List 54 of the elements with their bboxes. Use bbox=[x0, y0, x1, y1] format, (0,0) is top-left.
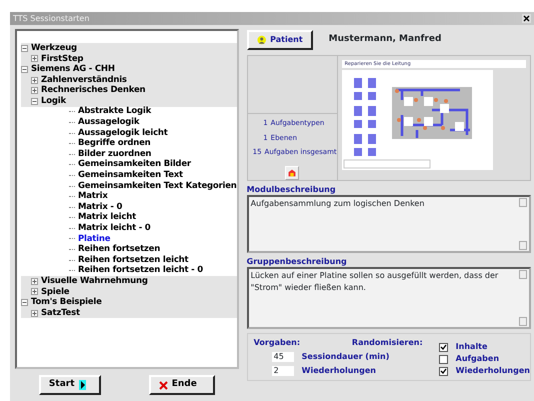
tree-item[interactable]: Begriffe ordnen bbox=[78, 137, 151, 150]
expand-icon[interactable] bbox=[31, 55, 38, 62]
tree-item[interactable]: Matrix - 0 bbox=[78, 200, 122, 214]
field-label: Sessiondauer (min) bbox=[302, 352, 390, 362]
tree-item[interactable]: Gemeinsamkeiten Text Kategorien bbox=[78, 180, 237, 192]
close-icon bbox=[158, 380, 168, 390]
module-description-field[interactable]: Aufgabensammlung zum logischen Denken bbox=[246, 195, 531, 253]
tree-item[interactable]: Aussagelogik bbox=[78, 116, 140, 129]
tree-item[interactable]: Platine bbox=[78, 232, 110, 246]
tree-item[interactable]: Gemeinsamkeiten Text bbox=[78, 169, 183, 182]
section-label: Modulbeschreibung bbox=[246, 185, 337, 195]
tree-item[interactable]: Reihen fortsetzen bbox=[78, 243, 160, 256]
expand-icon[interactable] bbox=[31, 288, 38, 296]
person-icon bbox=[256, 35, 266, 45]
collapse-icon[interactable] bbox=[21, 299, 28, 306]
expand-icon[interactable] bbox=[31, 278, 38, 285]
checkbox-label: Inhalte bbox=[456, 342, 488, 352]
number-field[interactable]: 45 bbox=[272, 352, 294, 362]
session-icon[interactable] bbox=[285, 166, 300, 180]
tree-item[interactable]: Aussagelogik leicht bbox=[78, 126, 168, 140]
expand-icon[interactable] bbox=[31, 76, 38, 84]
tree-item[interactable]: Matrix leicht - 0 bbox=[78, 222, 151, 235]
tree-item[interactable]: Reihen fortsetzen leicht bbox=[78, 254, 188, 267]
checkbox[interactable] bbox=[438, 366, 448, 376]
collapse-icon[interactable] bbox=[21, 66, 28, 73]
tree-item[interactable]: Spiele bbox=[41, 286, 70, 298]
tree-item[interactable]: Matrix leicht bbox=[78, 211, 136, 224]
tree-item[interactable]: Bilder zuordnen bbox=[78, 148, 152, 161]
collapse-icon[interactable] bbox=[21, 44, 28, 52]
start-button[interactable]: Start bbox=[38, 375, 101, 395]
number-field[interactable]: 2 bbox=[272, 366, 294, 376]
expand-icon[interactable] bbox=[31, 87, 38, 94]
field-label: Wiederholungen bbox=[302, 366, 376, 376]
collapse-icon[interactable] bbox=[31, 98, 38, 105]
checkbox-label: Aufgaben bbox=[456, 354, 500, 364]
tree-item[interactable]: Gemeinsamkeiten Bilder bbox=[78, 158, 191, 172]
randomize-label: Randomisieren: bbox=[352, 338, 423, 348]
tree-item[interactable]: Logik bbox=[41, 94, 66, 108]
checkbox-label: Wiederholungen bbox=[456, 366, 530, 376]
expand-icon[interactable] bbox=[31, 310, 38, 317]
tree-item[interactable]: Reihen fortsetzen leicht - 0 bbox=[78, 264, 203, 278]
play-icon bbox=[78, 380, 86, 390]
checkbox[interactable] bbox=[438, 354, 448, 364]
tree-item[interactable]: Matrix bbox=[78, 190, 108, 203]
end-button[interactable]: Ende bbox=[148, 375, 215, 395]
window-title: TTS Sessionstarten bbox=[13, 12, 90, 24]
section-label: Gruppenbeschreibung bbox=[246, 257, 348, 267]
group-description-field[interactable]: Lücken auf einer Platine sollen so ausgefüllt werden, dass der "Strom" wieder fließen kann. bbox=[246, 267, 531, 329]
patient-name: Mustermann, Manfred bbox=[328, 33, 442, 46]
close-icon[interactable] bbox=[522, 14, 531, 23]
checkbox[interactable] bbox=[438, 342, 448, 352]
tree-item[interactable]: Abstrakte Logik bbox=[78, 105, 152, 118]
defaults-label: Vorgaben: bbox=[254, 338, 300, 348]
patient-button[interactable]: Patient bbox=[246, 30, 313, 50]
